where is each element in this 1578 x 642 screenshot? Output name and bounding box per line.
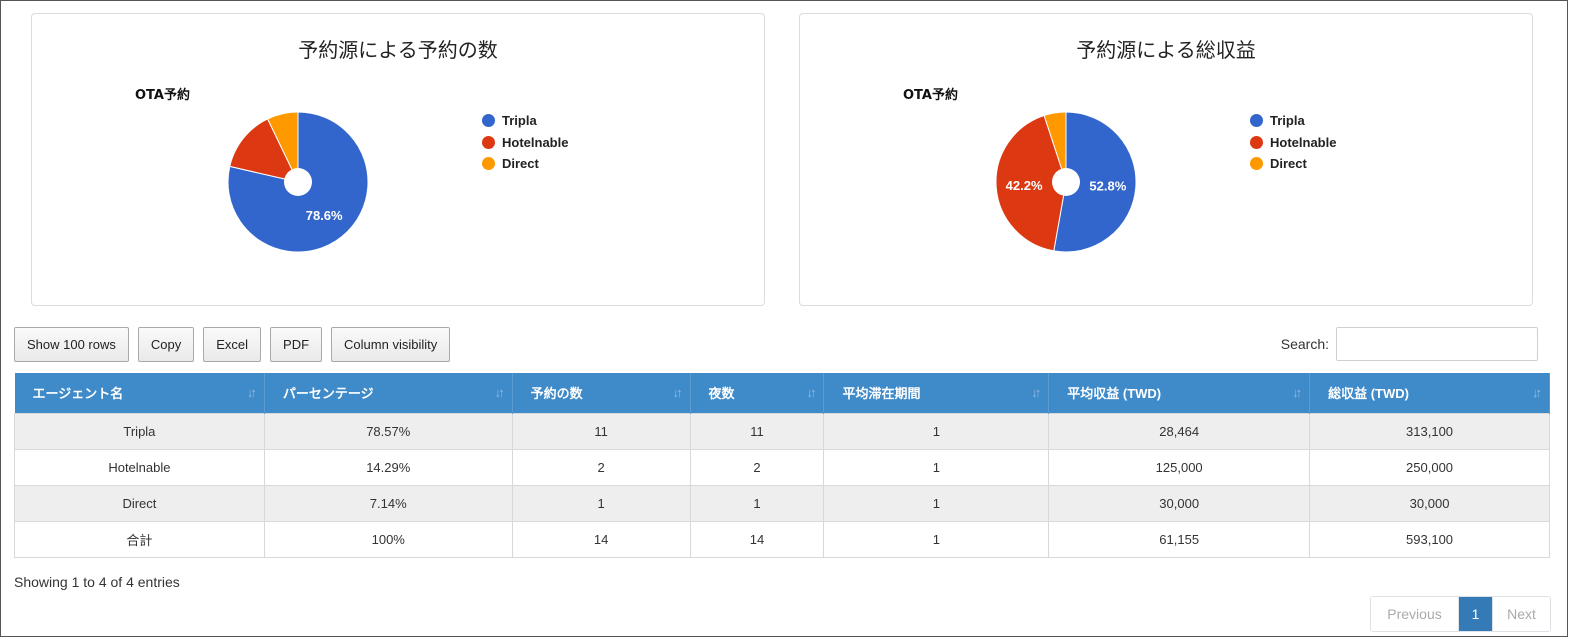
table-cell: 593,100 xyxy=(1309,520,1550,558)
donut-hole xyxy=(284,168,312,196)
legend-item-tripla[interactable]: Tripla xyxy=(1250,110,1336,132)
excel-button[interactable]: Excel xyxy=(203,327,262,362)
table-cell: 100% xyxy=(263,520,513,558)
table-cell: 250,000 xyxy=(1309,448,1550,486)
table-cell: 2 xyxy=(511,448,691,486)
search-box: Search: xyxy=(1281,327,1538,361)
legend-item-tripla[interactable]: Tripla xyxy=(482,110,568,132)
legend-label: Hotelnable xyxy=(1270,134,1337,150)
table-cell: 14.29% xyxy=(263,448,513,486)
chart-legend: Tripla Hotelnable Direct xyxy=(482,110,568,175)
table-cell: 14 xyxy=(689,520,825,558)
legend-dot-icon xyxy=(482,157,495,171)
table-cell: 1 xyxy=(823,484,1050,522)
table-row: Tripla 78.57% 11 11 1 28,464 313,100 xyxy=(14,412,1550,450)
slice-percent-label: 52.8% xyxy=(1089,179,1126,194)
sort-icon: ↓↑ xyxy=(1031,385,1041,400)
agent-table: エージェント名 ↓↑ パーセンテージ ↓↑ 予約の数 ↓↑ 夜数 ↓↑ 平均滞在期間 ↓↑… xyxy=(14,373,1550,558)
table-cell: 30,000 xyxy=(1048,484,1311,522)
total-revenue-chart-card: 予約源による総収益 OTA予約 52.8% 42.2% Tripla Hoteln… xyxy=(799,13,1533,306)
column-header-label: 平均滞在期間 xyxy=(842,386,921,402)
previous-page-button[interactable]: Previous xyxy=(1371,597,1459,631)
table-header-row: エージェント名 ↓↑ パーセンテージ ↓↑ 予約の数 ↓↑ 夜数 ↓↑ 平均滞在期間 ↓↑… xyxy=(14,373,1550,413)
table-cell: Tripla xyxy=(14,412,265,450)
column-header-label: パーセンテージ xyxy=(282,386,374,402)
column-header-label: エージェント名 xyxy=(32,386,124,402)
column-visibility-button[interactable]: Column visibility xyxy=(331,327,451,362)
column-header-label: 平均収益 (TWD) xyxy=(1067,386,1162,402)
column-header-avg-stay[interactable]: 平均滞在期間 ↓↑ xyxy=(823,373,1050,413)
column-header-percentage[interactable]: パーセンテージ ↓↑ xyxy=(264,373,513,413)
show-rows-button[interactable]: Show 100 rows xyxy=(14,327,129,362)
table-cell: 合計 xyxy=(14,520,265,558)
legend-label: Tripla xyxy=(1270,113,1305,129)
legend-label: Direct xyxy=(1270,156,1307,172)
page-1-button[interactable]: 1 xyxy=(1459,597,1492,631)
legend-item-hotelnable[interactable]: Hotelnable xyxy=(1250,132,1336,154)
sort-icon: ↓↑ xyxy=(672,385,683,400)
sort-icon: ↓↑ xyxy=(1292,385,1302,400)
legend-dot-icon xyxy=(482,135,495,149)
table-cell: 11 xyxy=(511,412,691,450)
sort-icon: ↓↑ xyxy=(494,385,505,400)
table-cell: 1 xyxy=(823,412,1050,450)
sort-icon: ↓↑ xyxy=(1532,385,1542,400)
pagination: Previous 1 Next xyxy=(1370,596,1551,632)
column-header-nights[interactable]: 夜数 ↓↑ xyxy=(690,373,825,413)
column-header-label: 総収益 (TWD) xyxy=(1328,386,1409,402)
column-header-label: 予約の数 xyxy=(530,386,583,402)
table-row: Direct 7.14% 1 1 1 30,000 30,000 xyxy=(14,484,1550,522)
table-row: Hotelnable 14.29% 2 2 1 125,000 250,000 xyxy=(14,448,1550,486)
legend-dot-icon xyxy=(1250,157,1263,171)
table-cell: 1 xyxy=(511,484,691,522)
table-cell: Direct xyxy=(14,484,265,522)
pdf-button[interactable]: PDF xyxy=(270,327,323,362)
search-label: Search: xyxy=(1280,336,1329,352)
legend-item-direct[interactable]: Direct xyxy=(1250,153,1336,175)
table-cell: 7.14% xyxy=(263,484,513,522)
next-page-button[interactable]: Next xyxy=(1492,597,1550,631)
column-header-label: 夜数 xyxy=(708,386,735,402)
chart-legend: Tripla Hotelnable Direct xyxy=(1250,110,1336,175)
table-cell: 78.57% xyxy=(263,412,513,450)
legend-item-direct[interactable]: Direct xyxy=(482,153,568,175)
bookings-count-chart-card: 予約源による予約の数 OTA予約 78.6% Tripla Hotelnable… xyxy=(31,13,765,306)
donut-hole xyxy=(1052,168,1080,196)
legend-dot-icon xyxy=(1250,114,1263,128)
search-input[interactable] xyxy=(1336,327,1538,361)
table-cell: 313,100 xyxy=(1309,412,1550,450)
column-header-total-revenue[interactable]: 総収益 (TWD) ↓↑ xyxy=(1309,373,1550,413)
legend-label: Hotelnable xyxy=(502,134,569,150)
slice-percent-label: 78.6% xyxy=(306,208,343,223)
slice-percent-label: 42.2% xyxy=(1006,178,1043,193)
report-panel: 予約源による予約の数 OTA予約 78.6% Tripla Hotelnable… xyxy=(0,0,1568,637)
table-cell: 2 xyxy=(689,448,825,486)
legend-dot-icon xyxy=(1250,135,1263,149)
sort-icon: ↓↑ xyxy=(806,385,816,400)
legend-label: Direct xyxy=(502,156,539,172)
legend-label: Tripla xyxy=(502,113,537,129)
column-header-bookings[interactable]: 予約の数 ↓↑ xyxy=(512,373,691,413)
table-cell: 1 xyxy=(689,484,825,522)
sort-icon: ↓↑ xyxy=(246,385,257,400)
legend-item-hotelnable[interactable]: Hotelnable xyxy=(482,132,568,154)
table-row: 合計 100% 14 14 1 61,155 593,100 xyxy=(14,520,1550,558)
table-cell: 1 xyxy=(823,520,1050,558)
table-cell: 11 xyxy=(689,412,825,450)
table-toolbar: Show 100 rows Copy Excel PDF Column visi… xyxy=(14,327,459,362)
table-cell: Hotelnable xyxy=(14,448,265,486)
column-header-avg-revenue[interactable]: 平均収益 (TWD) ↓↑ xyxy=(1048,373,1311,413)
copy-button[interactable]: Copy xyxy=(137,327,195,362)
table-cell: 61,155 xyxy=(1048,520,1311,558)
table-cell: 30,000 xyxy=(1309,484,1550,522)
column-header-agent[interactable]: エージェント名 ↓↑ xyxy=(14,373,265,413)
legend-dot-icon xyxy=(482,114,495,128)
bookings-count-pie: 78.6% xyxy=(227,111,369,253)
total-revenue-pie: 52.8% 42.2% xyxy=(995,111,1137,253)
table-info: Showing 1 to 4 of 4 entries xyxy=(14,574,180,590)
table-cell: 28,464 xyxy=(1048,412,1311,450)
table-cell: 1 xyxy=(823,448,1050,486)
table-cell: 125,000 xyxy=(1048,448,1311,486)
table-cell: 14 xyxy=(511,520,691,558)
